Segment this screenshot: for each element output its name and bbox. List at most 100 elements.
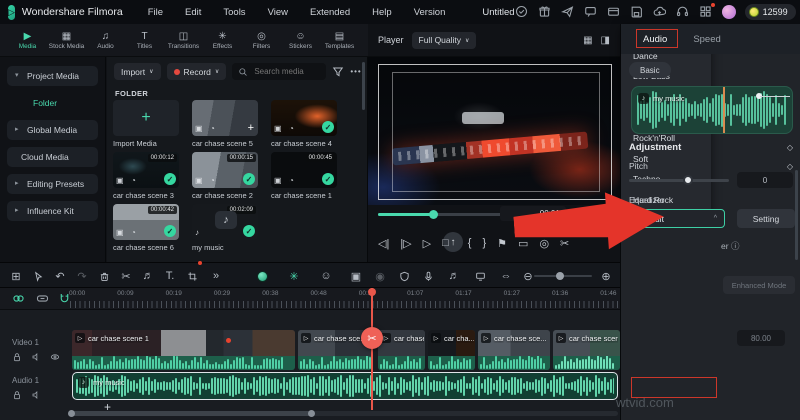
media-item[interactable]: 00:00:15▣◔✓ car chase scene 2 (192, 152, 258, 204)
tab-filters[interactable]: ◎Filters (242, 30, 281, 51)
send-icon[interactable] (561, 5, 575, 19)
previous-frame-icon[interactable]: ◁| (378, 237, 389, 250)
tab-stock-media[interactable]: ▦Stock Media (47, 30, 86, 51)
tree-item-influence-kit[interactable]: ▸Influence Kit (7, 201, 98, 221)
auto-play-icon[interactable]: ◉ (372, 263, 388, 289)
voiceover-mic-icon[interactable] (420, 263, 436, 289)
undo-icon[interactable]: ↶ (52, 263, 68, 289)
zoom-knob[interactable] (556, 272, 564, 280)
import-button[interactable]: Import∨ (114, 63, 161, 80)
tab-speed-settings[interactable]: Speed (693, 34, 720, 45)
partial-value-box[interactable]: 80.00 (737, 330, 785, 346)
record-button[interactable]: Record∨ (167, 63, 227, 80)
keyframe-diamond-icon[interactable]: ◇ (787, 162, 793, 171)
fullscreen-icon[interactable]: ▭ (518, 237, 528, 250)
timeline-clip[interactable]: ▷car chase scene (553, 330, 620, 370)
timeline-clip[interactable]: ▷car chase scene 1 (72, 330, 295, 370)
playhead-pin[interactable] (368, 288, 376, 296)
timeline-zoom-slider[interactable] (534, 275, 592, 277)
timeline-clip[interactable]: ▷car cha... (428, 330, 475, 370)
mark-out-icon[interactable]: } (482, 237, 486, 249)
redo-icon[interactable]: ↷ (74, 263, 90, 289)
selected-audio-clip-preview[interactable]: ♪my music (631, 86, 793, 134)
pitch-slider[interactable] (629, 179, 729, 182)
save-icon[interactable] (630, 5, 644, 19)
playhead-line[interactable] (371, 288, 373, 410)
gift-icon[interactable] (538, 5, 552, 19)
select-cursor-icon[interactable] (30, 263, 46, 289)
shield-icon[interactable] (396, 263, 412, 289)
stop-icon[interactable]: □ (442, 237, 449, 249)
playhead-split-scissors[interactable]: ✂ (361, 327, 383, 349)
workspace-grid-icon[interactable]: ⊞ (8, 263, 24, 289)
timeline-clip[interactable]: ▷car chase s... (378, 330, 425, 370)
media-item[interactable]: 00:00:45▣◔✓ car chase scene 1 (271, 152, 337, 204)
fit-timeline-icon[interactable]: ⇔ (498, 263, 514, 289)
tree-item-folder[interactable]: Folder (7, 93, 98, 113)
menu-item[interactable]: Help (361, 7, 403, 18)
tree-item-cloud-media[interactable]: Cloud Media (7, 147, 98, 167)
split-scissors-icon[interactable]: ✂ (118, 263, 134, 289)
mark-in-icon[interactable]: { (468, 237, 472, 249)
menu-item[interactable]: View (257, 7, 299, 18)
apps-grid-icon[interactable] (699, 5, 713, 19)
clapper-icon[interactable]: ▣ (348, 263, 364, 289)
marker-icon[interactable]: ⚑ (497, 237, 507, 250)
group-link-icon[interactable] (36, 292, 49, 305)
menu-item[interactable]: Extended (299, 7, 361, 18)
audio-track-icon[interactable]: ♬ (446, 263, 462, 289)
link-clips-icon[interactable] (12, 292, 25, 305)
scroll-handle-left[interactable] (68, 410, 75, 417)
lock-icon[interactable] (12, 352, 22, 362)
menu-item[interactable]: Version (403, 7, 457, 18)
menu-item[interactable]: Tools (212, 7, 256, 18)
feedback-icon[interactable] (584, 5, 598, 19)
snapshot-camera-icon[interactable]: ◎ (539, 237, 549, 250)
media-item[interactable]: 00:00:42▣◔✓ car chase scene 6 (113, 204, 179, 256)
play-icon[interactable]: ▷ (423, 237, 431, 250)
hide-eye-icon[interactable] (50, 352, 60, 362)
pitch-value-box[interactable]: 0 (737, 172, 793, 188)
media-item-music[interactable]: 00:02:09♪♪✓ my music (192, 204, 258, 256)
user-avatar[interactable] (722, 5, 736, 19)
media-item-import[interactable]: + Import Media (113, 100, 179, 152)
tab-effects[interactable]: ✳Effects (203, 30, 242, 51)
filter-icon[interactable] (332, 66, 344, 78)
support-headset-icon[interactable] (676, 5, 690, 19)
tree-item-editing-presets[interactable]: ▸Editing Presets (7, 174, 98, 194)
scissors-icon[interactable]: ✂ (560, 237, 569, 250)
basic-filter-pill[interactable]: Basic (629, 62, 671, 78)
text-tool-icon[interactable]: T. (162, 263, 178, 289)
tab-titles[interactable]: TTitles (125, 30, 164, 51)
vertical-scrollbar[interactable] (362, 62, 365, 110)
more-options-icon[interactable]: ••• (350, 67, 361, 76)
progress-knob[interactable] (429, 210, 438, 219)
beat-detection-icon[interactable]: ♬ (140, 263, 156, 289)
menu-item[interactable]: Edit (174, 7, 212, 18)
credits-badge[interactable]: 12599 (745, 4, 796, 20)
tab-transitions[interactable]: ◫Transitions (164, 30, 203, 51)
tab-audio[interactable]: ♫Audio (86, 30, 125, 51)
adjustment-section-header[interactable]: Adjustment (629, 142, 681, 153)
keyframe-diamond-icon[interactable]: ◇ (787, 143, 793, 152)
delete-trash-icon[interactable] (96, 263, 112, 289)
sticker-face-icon[interactable]: ☺ (318, 263, 334, 289)
menu-item[interactable]: File (137, 7, 174, 18)
quality-dropdown[interactable]: Full Quality∨ (412, 32, 477, 49)
panel-scrollbar[interactable] (795, 170, 798, 260)
more-tools-icon[interactable]: » (208, 263, 224, 289)
time-ruler[interactable] (70, 301, 618, 308)
timeline-horizontal-scrollbar[interactable] (68, 411, 618, 416)
timeline-clip[interactable]: ▷car chase sce... (478, 330, 550, 370)
cloud-upload-icon[interactable] (653, 5, 667, 19)
chroma-key-icon[interactable] (254, 263, 270, 289)
ai-tools-icon[interactable]: ✳ (286, 263, 302, 289)
tab-stickers[interactable]: ☺Stickers (281, 30, 320, 51)
media-item[interactable]: 00:00:12▣◔✓ car chase scene 3 (113, 152, 179, 204)
mute-speaker-icon[interactable] (31, 352, 41, 362)
audio-clip[interactable]: ♪my music (72, 372, 618, 400)
mute-speaker-icon[interactable] (31, 390, 41, 400)
check-circle-icon[interactable] (515, 5, 529, 19)
next-frame-icon[interactable]: |▷ (400, 237, 411, 250)
media-item[interactable]: ▣◔✓ car chase scene 4 (271, 100, 337, 152)
